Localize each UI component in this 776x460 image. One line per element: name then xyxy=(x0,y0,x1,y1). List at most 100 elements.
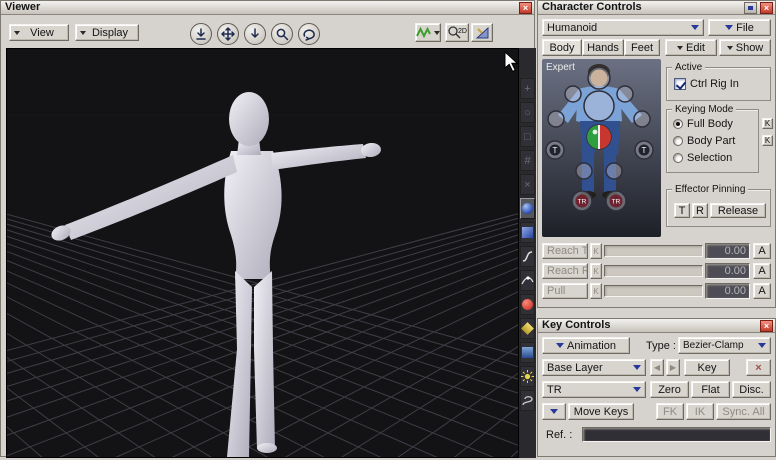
record-button[interactable] xyxy=(520,294,535,315)
spring-tool-button[interactable] xyxy=(520,390,535,411)
square-icon: □ xyxy=(524,131,531,143)
pin-r-button[interactable]: R xyxy=(692,203,708,218)
snap-mode-button[interactable] xyxy=(415,23,441,42)
curve-tool-button[interactable] xyxy=(520,246,535,267)
radio-body-part[interactable] xyxy=(673,136,683,146)
tab-hands[interactable]: Hands xyxy=(582,39,624,56)
right-knee-effector[interactable] xyxy=(606,163,622,179)
zero-button[interactable]: Zero xyxy=(650,381,689,398)
left-elbow-effector[interactable] xyxy=(548,111,564,127)
frame-all-button[interactable] xyxy=(190,23,212,45)
left-shoulder-effector[interactable] xyxy=(565,86,581,102)
translate-tool-button[interactable]: ○ xyxy=(520,102,535,123)
display-menu-button[interactable]: Display xyxy=(75,24,139,41)
reach-r-slider[interactable] xyxy=(604,265,703,277)
reach-t-k-button[interactable]: K xyxy=(590,243,602,259)
right-foot-tr-label: TR xyxy=(612,199,621,206)
pin-t-button[interactable]: T xyxy=(674,203,690,218)
character-representation[interactable]: T T TR TR Expert xyxy=(542,59,661,237)
reach-t-value[interactable]: 0.00 xyxy=(705,243,750,259)
grid-icon: # xyxy=(524,155,530,167)
reach-t-label-button[interactable]: Reach T xyxy=(542,243,588,259)
chevron-down-icon xyxy=(434,31,440,35)
interpolation-type-value: Bezier-Clamp xyxy=(683,340,744,351)
left-knee-effector[interactable] xyxy=(576,163,592,179)
move-keys-mode-dropdown[interactable] xyxy=(542,403,566,420)
pull-k-button[interactable]: K xyxy=(590,283,602,299)
prev-key-button[interactable]: ◀ xyxy=(650,359,664,376)
hips-effector[interactable] xyxy=(587,125,611,149)
viewer-close-icon[interactable]: × xyxy=(519,2,532,14)
radio-full-body[interactable] xyxy=(673,119,683,129)
show-menu-button[interactable]: Show xyxy=(719,39,771,56)
pull-label-button[interactable]: Pull xyxy=(542,283,588,299)
pull-value[interactable]: 0.00 xyxy=(705,283,750,299)
radio-selection[interactable] xyxy=(673,153,683,163)
orbit-button[interactable] xyxy=(298,23,320,45)
pull-a-button[interactable]: A xyxy=(753,283,771,299)
key-group-dropdown[interactable]: TR xyxy=(542,381,646,398)
tab-body[interactable]: Body xyxy=(542,39,582,56)
character-source-dropdown[interactable]: Humanoid xyxy=(542,19,704,36)
viewport-3d[interactable] xyxy=(6,48,519,458)
tab-feet[interactable]: Feet xyxy=(624,39,660,56)
select-tool-button[interactable]: + xyxy=(520,78,535,99)
rotate-tool-button[interactable]: □ xyxy=(520,126,535,147)
disc-button[interactable]: Disc. xyxy=(732,381,771,398)
keying-mode-title: Keying Mode xyxy=(672,104,736,115)
plus-icon: + xyxy=(524,83,530,95)
move-keys-button[interactable]: Move Keys xyxy=(568,403,634,420)
reach-r-a-button[interactable]: A xyxy=(753,263,771,279)
flat-button[interactable]: Flat xyxy=(691,381,730,398)
key-button[interactable]: Key xyxy=(684,359,730,376)
pan-button[interactable] xyxy=(217,23,239,45)
sync-all-button[interactable]: Sync. All xyxy=(716,403,771,420)
right-shoulder-effector[interactable] xyxy=(617,86,633,102)
draw-tool-button[interactable] xyxy=(471,23,493,42)
pull-slider[interactable] xyxy=(604,285,703,297)
reach-t-a-button[interactable]: A xyxy=(753,243,771,259)
key-marker-button[interactable] xyxy=(520,318,535,339)
fk-button[interactable]: FK xyxy=(656,403,684,420)
camera-view-button[interactable] xyxy=(520,342,535,363)
expert-menu[interactable]: Expert xyxy=(546,62,575,73)
ctrl-rig-in-checkbox[interactable] xyxy=(674,78,686,90)
dolly-button[interactable] xyxy=(244,23,266,45)
zoom-button[interactable] xyxy=(271,23,293,45)
reach-r-value[interactable]: 0.00 xyxy=(705,263,750,279)
view-menu-button[interactable]: View xyxy=(9,24,69,41)
chest-effector[interactable] xyxy=(584,91,614,121)
ik-button[interactable]: IK xyxy=(686,403,714,420)
next-key-button[interactable]: ▶ xyxy=(666,359,680,376)
interpolation-type-dropdown[interactable]: Bezier-Clamp xyxy=(678,337,771,354)
viewer-titlebar[interactable]: Viewer × xyxy=(1,1,534,15)
file-menu-button[interactable]: File xyxy=(708,19,771,36)
k-button-body-part[interactable]: K xyxy=(762,135,773,146)
dock-icon[interactable] xyxy=(744,2,757,14)
zoom-2d-button[interactable]: 2D xyxy=(445,23,469,42)
delete-tool-button[interactable]: × xyxy=(520,174,535,195)
sphere-display-button[interactable] xyxy=(520,198,535,219)
scale-tool-button[interactable]: # xyxy=(520,150,535,171)
delete-key-button[interactable]: × xyxy=(746,359,771,376)
tab-hands-label: Hands xyxy=(587,42,619,54)
head-effector[interactable] xyxy=(588,67,610,89)
right-elbow-effector[interactable] xyxy=(634,111,650,127)
cube-display-button[interactable] xyxy=(520,222,535,243)
character-controls-titlebar[interactable]: Character Controls × xyxy=(538,1,775,15)
reach-t-slider[interactable] xyxy=(604,245,703,257)
key-controls-titlebar[interactable]: Key Controls × xyxy=(538,319,775,333)
light-button[interactable] xyxy=(520,366,535,387)
k-button-full-body[interactable]: K xyxy=(762,118,773,129)
animation-menu-button[interactable]: Animation xyxy=(542,337,630,354)
reach-r-label-button[interactable]: Reach R xyxy=(542,263,588,279)
reach-r-k-button[interactable]: K xyxy=(590,263,602,279)
radio-full-body-label: Full Body xyxy=(687,118,733,130)
layer-dropdown[interactable]: Base Layer xyxy=(542,359,646,376)
release-button[interactable]: Release xyxy=(710,203,766,218)
character-controls-close-icon[interactable]: × xyxy=(760,2,773,14)
ref-field[interactable] xyxy=(582,427,771,442)
key-controls-close-icon[interactable]: × xyxy=(760,320,773,332)
edit-menu-button[interactable]: Edit xyxy=(665,39,717,56)
tangent-tool-button[interactable] xyxy=(520,270,535,291)
